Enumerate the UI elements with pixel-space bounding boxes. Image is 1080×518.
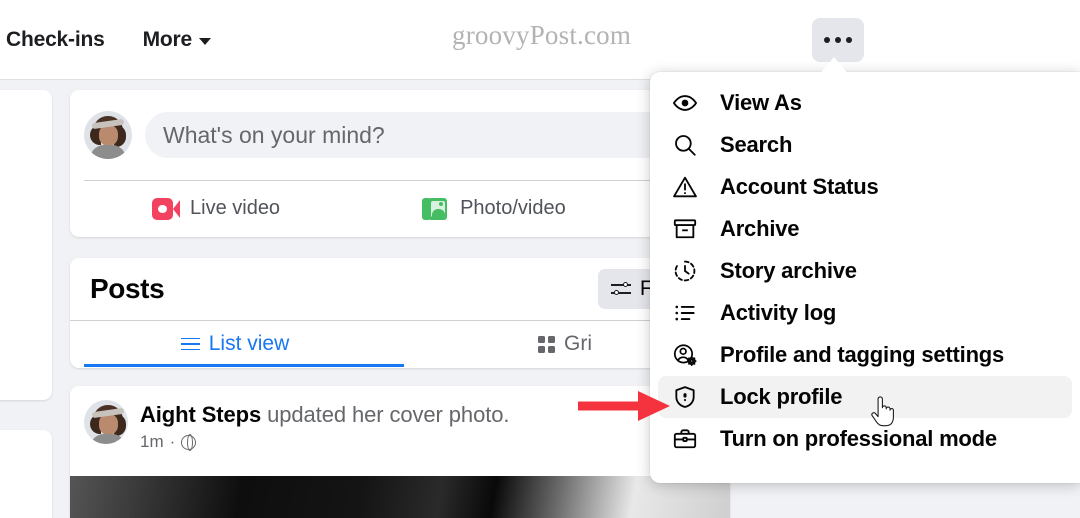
briefcase-icon [672,426,698,452]
search-icon [672,132,698,158]
post-action-text: updated her cover photo. [261,402,510,427]
tab-list-view[interactable]: List view [70,321,400,367]
site-watermark: groovyPost.com [452,20,632,50]
tab-list-view-label: List view [208,332,290,355]
annotation-arrow-icon [576,388,672,424]
menu-item-profile-and-tagging-settings[interactable]: Profile and tagging settings [658,334,1072,376]
list-icon [180,337,200,352]
list-bullet-icon [672,300,698,326]
clock-history-icon [672,258,698,284]
photo-video-label: Photo/video [460,197,566,219]
post-author-avatar[interactable] [84,400,128,444]
menu-item-turn-on-professional-mode[interactable]: Turn on professional mode [658,418,1072,460]
filters-icon [610,281,631,297]
chevron-down-icon [198,37,211,45]
menu-item-label: Lock profile [720,384,843,409]
post-composer-card: What's on your mind? Live video Photo/vi… [70,90,730,237]
person-gear-icon [672,342,698,368]
menu-item-label: Activity log [720,300,837,325]
menu-item-label: Turn on professional mode [720,426,997,451]
live-video-icon [152,197,180,220]
active-tab-indicator [84,364,404,367]
menu-item-label: Account Status [720,174,879,199]
archive-icon [672,216,698,242]
profile-options-menu: View As Search Account Status Archive St… [650,72,1080,483]
posts-section-card: Posts Filters List view Gri [70,258,730,368]
composer-input[interactable]: What's on your mind? [145,112,716,158]
menu-item-activity-log[interactable]: Activity log [658,292,1072,334]
nav-item-more-label: More [142,27,193,51]
page-title: Posts [90,273,165,304]
warning-icon [672,174,698,200]
tab-grid-view-label: Gri [564,332,592,355]
menu-item-story-archive[interactable]: Story archive [658,250,1072,292]
globe-icon[interactable] [181,433,197,451]
avatar[interactable] [84,111,132,159]
mouse-cursor-icon [869,396,895,428]
top-navigation-bar: Check-ins More groovyPost.com [0,0,1080,80]
nav-item-more[interactable]: More [119,28,211,52]
dot-3-icon [846,37,852,43]
menu-item-label: Story archive [720,258,857,283]
menu-item-lock-profile[interactable]: Lock profile [658,376,1072,418]
post-timestamp[interactable]: 1m [140,432,164,452]
menu-item-label: Archive [720,216,800,241]
dot-2-icon [835,37,841,43]
menu-item-account-status[interactable]: Account Status [658,166,1072,208]
grid-icon [538,335,555,353]
live-video-button[interactable]: Live video [134,197,298,220]
nav-item-check-ins[interactable]: Check-ins [0,28,119,52]
menu-item-label: Profile and tagging settings [720,342,1005,367]
left-sidebar-card [0,90,52,400]
menu-item-label: Search [720,132,793,157]
post-headline: Aight Steps updated her cover photo. [140,402,509,428]
left-photos-card: tos [0,430,52,518]
eye-icon [672,90,698,116]
menu-item-search[interactable]: Search [658,124,1072,166]
screen-root: Check-ins More groovyPost.com tos What's… [0,0,1080,518]
meta-separator: · [169,432,176,451]
live-video-label: Live video [190,197,281,219]
more-options-button[interactable] [812,18,864,62]
menu-item-view-as[interactable]: View As [658,82,1072,124]
menu-item-label: View As [720,90,802,115]
shield-lock-icon [672,384,698,410]
dot-1-icon [824,37,830,43]
post-cover-photo[interactable] [70,476,730,518]
photo-video-icon [422,197,450,221]
menu-item-archive[interactable]: Archive [658,208,1072,250]
photo-video-button[interactable]: Photo/video [404,197,584,221]
post-author-name[interactable]: Aight Steps [140,402,261,427]
post-meta: 1m · [140,432,509,452]
